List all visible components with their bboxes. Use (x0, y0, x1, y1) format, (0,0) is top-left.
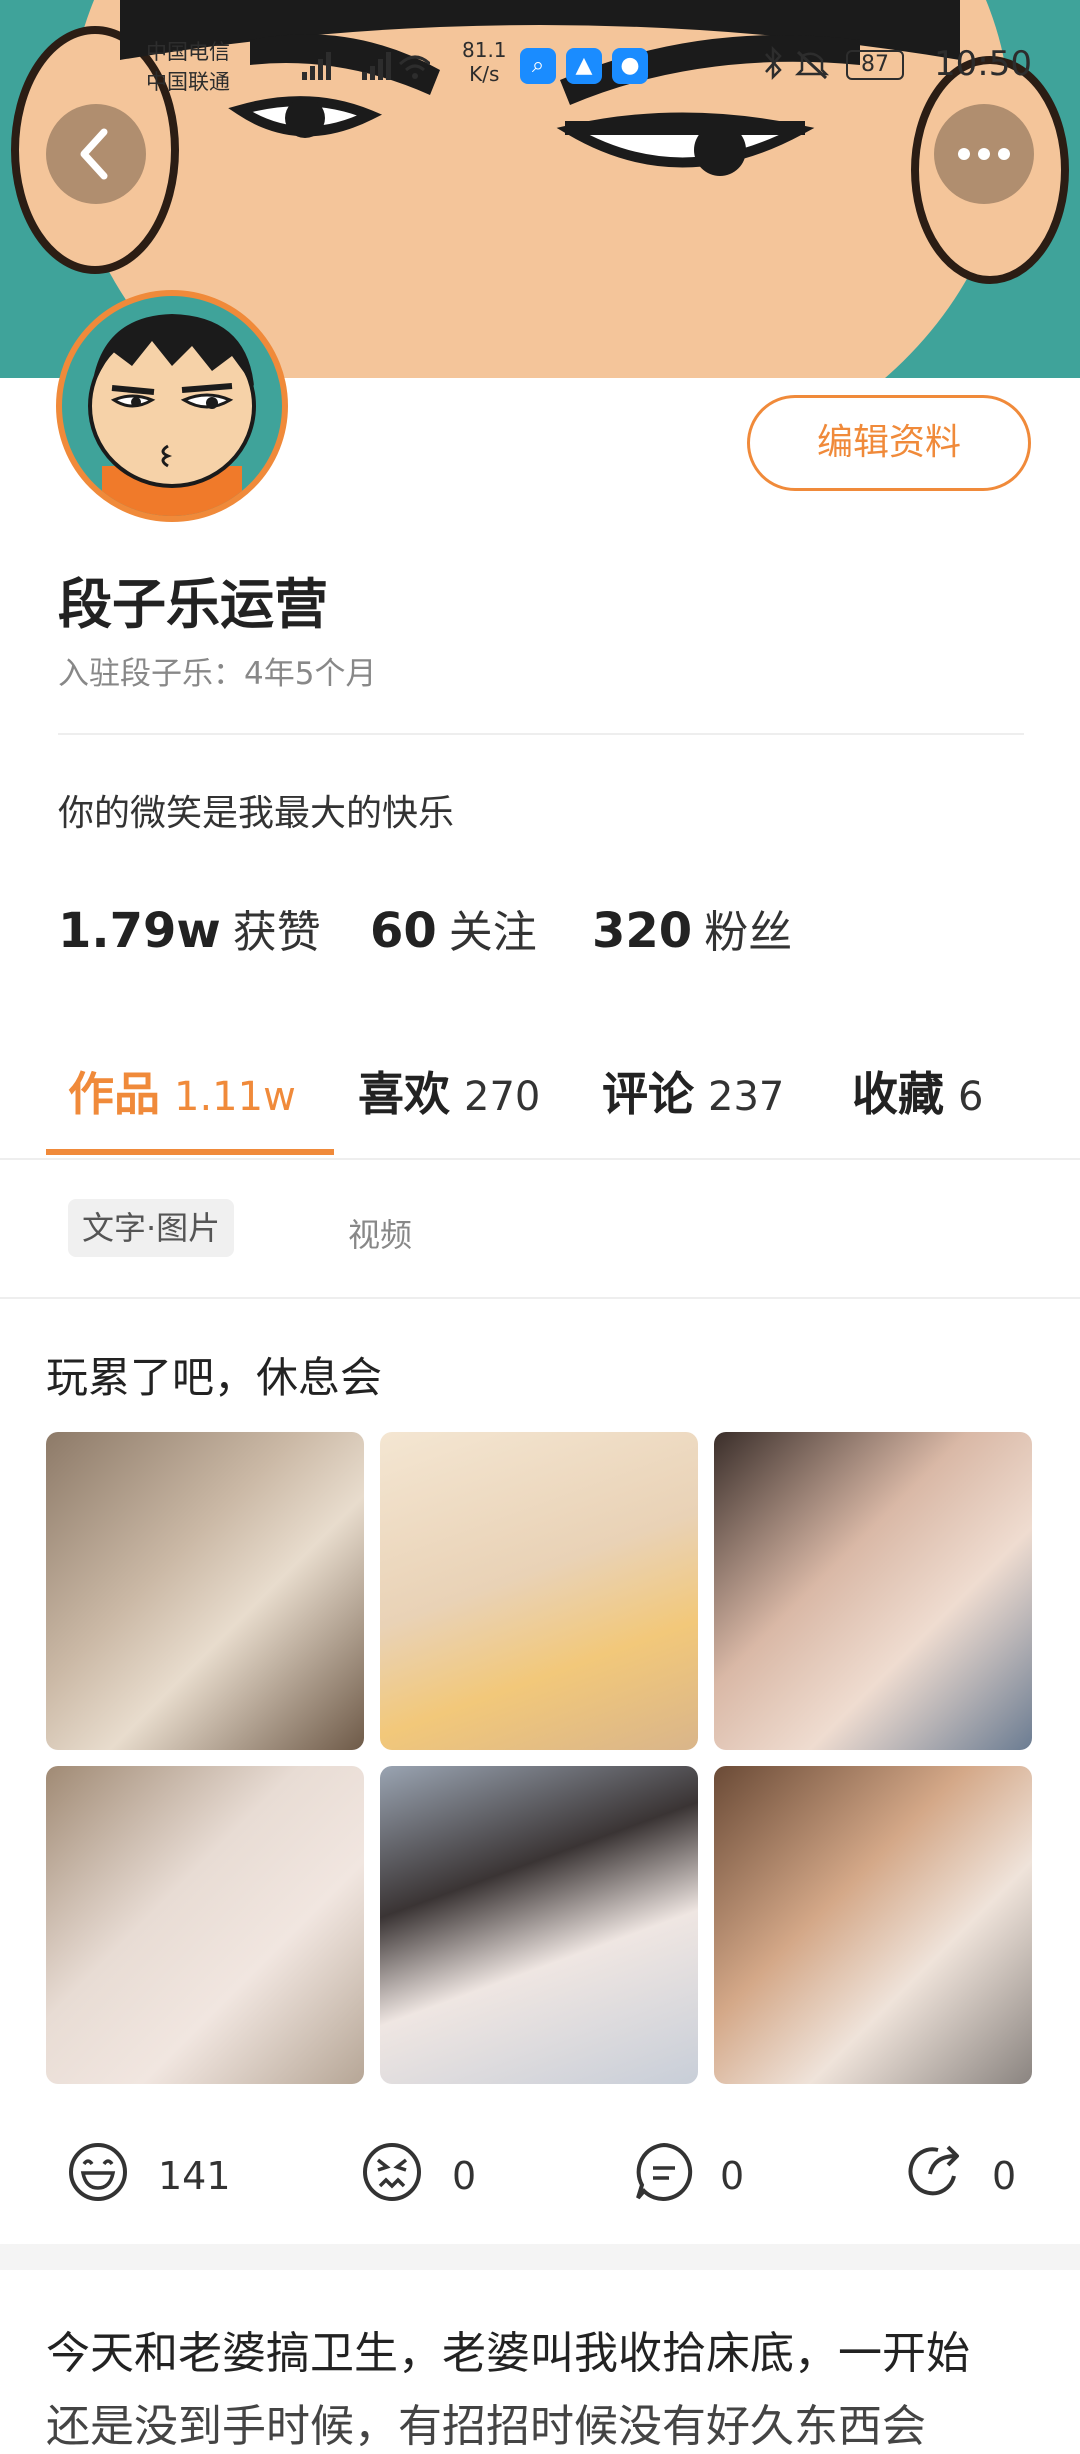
status-time: 10:50 (934, 44, 1032, 84)
tab-active-indicator (46, 1149, 334, 1155)
education-app-icon: ▲ (566, 48, 602, 84)
chevron-left-icon (80, 128, 108, 180)
bluetooth-mute-icons (765, 46, 830, 81)
bio: 你的微笑是我最大的快乐 (58, 793, 455, 834)
comment-icon (636, 2142, 693, 2201)
tab-works-count: 1.11w (174, 1074, 296, 1120)
post-reactions: 141 0 0 0 (0, 2130, 1080, 2220)
avatar-cartoon (62, 296, 282, 516)
comment-reaction[interactable]: 0 (632, 2130, 782, 2220)
share-icon (908, 2145, 959, 2196)
tab-favorites[interactable]: 收藏 6 (852, 1058, 983, 1124)
tab-favorites-count: 6 (958, 1074, 984, 1120)
post-image[interactable] (46, 1432, 364, 1750)
share-reaction[interactable]: 0 (904, 2130, 1044, 2220)
tab-comments[interactable]: 评论 237 (602, 1058, 784, 1124)
profile-tabs: 作品 1.11w 喜欢 270 评论 237 收藏 6 (0, 1036, 1080, 1160)
tab-likes-label: 喜欢 (358, 1067, 450, 1121)
carrier-label-1: 中国电信 (146, 40, 230, 64)
stat-followers[interactable]: 320 粉丝 (592, 896, 792, 960)
stat-following[interactable]: 60 关注 (370, 896, 537, 960)
tab-works-label: 作品 (68, 1067, 160, 1121)
stat-following-label: 关注 (448, 907, 537, 958)
stat-followers-value: 320 (592, 903, 693, 959)
more-options-button[interactable] (934, 104, 1034, 204)
section-separator (0, 2244, 1080, 2270)
signal-icons (302, 52, 430, 80)
bulb-app-icon: ● (612, 48, 648, 84)
tab-comments-count: 237 (708, 1074, 785, 1120)
back-button[interactable] (46, 104, 146, 204)
filter-text-image-chip[interactable]: 文字·图片 (68, 1199, 235, 1257)
tab-comments-label: 评论 (602, 1067, 694, 1121)
laugh-reaction[interactable]: 141 (66, 2130, 246, 2220)
next-post-text[interactable]: 今天和老婆搞卫生，老婆叫我收拾床底，一开始 (46, 2318, 1036, 2390)
post-title[interactable]: 玩累了吧，休息会 (46, 1344, 382, 1405)
battery-indicator: 87 (846, 50, 904, 80)
angry-reaction[interactable]: 0 (360, 2130, 510, 2220)
more-dots-icon (958, 148, 1010, 160)
stat-likes-value: 1.79w (58, 903, 221, 959)
post-image[interactable] (380, 1432, 698, 1750)
stat-likes-label: 获赞 (232, 907, 321, 958)
stat-followers-label: 粉丝 (704, 907, 793, 958)
carrier-label-2: 中国联通 (146, 70, 230, 94)
post-image[interactable] (714, 1432, 1032, 1750)
search-app-icon: ⌕ (520, 48, 556, 84)
network-speed: 81.1 K/s (462, 38, 507, 86)
comment-count: 0 (720, 2154, 745, 2198)
divider (58, 733, 1024, 735)
avatar[interactable] (56, 290, 288, 522)
post-image-grid (46, 1432, 1036, 2086)
filter-video-chip[interactable]: 视频 (348, 1210, 412, 1256)
post-image[interactable] (46, 1766, 364, 2084)
divider (0, 1158, 1080, 1160)
network-speed-unit: K/s (469, 62, 500, 86)
post-image[interactable] (714, 1766, 1032, 2084)
tab-likes-count: 270 (464, 1074, 541, 1120)
tab-likes[interactable]: 喜欢 270 (358, 1058, 540, 1124)
username: 段子乐运营 (58, 573, 328, 636)
angry-count: 0 (452, 2154, 477, 2198)
post-image[interactable] (380, 1766, 698, 2084)
tab-favorites-label: 收藏 (852, 1067, 944, 1121)
angry-icon (363, 2143, 421, 2201)
joined-duration: 入驻段子乐：4年5个月 (58, 656, 377, 692)
divider (0, 1297, 1080, 1299)
network-speed-value: 81.1 (462, 38, 507, 62)
laugh-icon (69, 2143, 127, 2201)
laugh-count: 141 (158, 2154, 231, 2198)
stat-likes[interactable]: 1.79w 获赞 (58, 896, 321, 960)
share-count: 0 (992, 2154, 1017, 2198)
tab-works[interactable]: 作品 1.11w (68, 1058, 296, 1124)
stat-following-value: 60 (370, 903, 437, 959)
edit-profile-button[interactable]: 编辑资料 (747, 395, 1031, 491)
